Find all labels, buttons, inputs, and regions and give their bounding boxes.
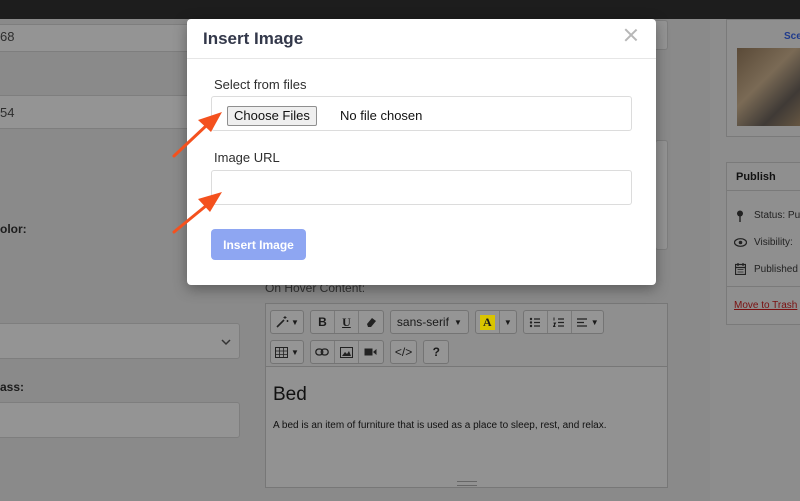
annotation-arrows [172, 112, 222, 234]
arrow-to-image-url [172, 192, 222, 234]
arrow-to-choose-files [172, 112, 222, 158]
